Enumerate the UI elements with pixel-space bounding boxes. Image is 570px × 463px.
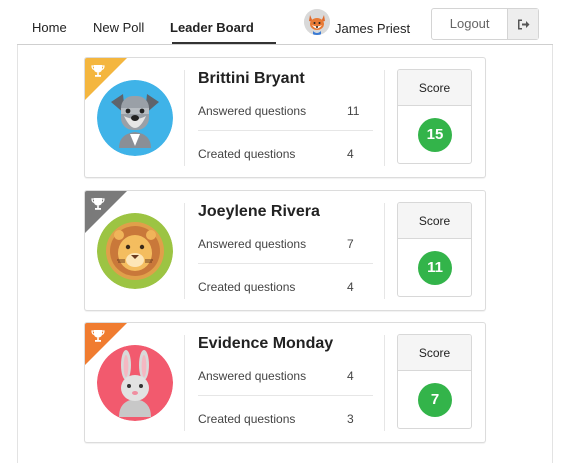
page-frame-left <box>17 44 18 463</box>
rabbit-avatar <box>97 345 173 421</box>
card-divider <box>384 335 385 431</box>
card-divider <box>184 335 185 431</box>
card-divider <box>384 70 385 166</box>
sign-out-icon <box>507 9 538 39</box>
card-divider <box>184 70 185 166</box>
leaderboard-card: Evidence Monday Answered questions 4 Cre… <box>84 322 486 443</box>
trophy-icon <box>91 198 105 210</box>
answered-label: Answered questions <box>198 369 307 383</box>
created-label: Created questions <box>198 412 296 426</box>
trophy-icon <box>91 65 105 77</box>
score-badge: 11 <box>418 251 452 285</box>
nav-leader-board[interactable]: Leader Board <box>170 20 254 35</box>
page-frame-right <box>552 44 553 463</box>
score-panel: Score 15 <box>397 69 472 164</box>
answered-count: 7 <box>347 237 354 251</box>
row-divider <box>198 395 373 396</box>
score-panel: Score 7 <box>397 334 472 429</box>
created-label: Created questions <box>198 280 296 294</box>
trophy-icon <box>91 330 105 342</box>
answered-label: Answered questions <box>198 237 307 251</box>
schnauzer-dog-avatar <box>97 80 173 156</box>
created-count: 4 <box>347 280 354 294</box>
score-header: Score <box>398 70 471 106</box>
created-label: Created questions <box>198 147 296 161</box>
row-divider <box>198 263 373 264</box>
lion-avatar <box>97 213 173 289</box>
top-navigation: Home New Poll Leader Board James Priest … <box>17 0 553 45</box>
created-count: 3 <box>347 412 354 426</box>
logout-label: Logout <box>449 16 490 31</box>
created-count: 4 <box>347 147 354 161</box>
logout-button[interactable]: Logout <box>431 8 539 40</box>
user-name: Brittini Bryant <box>198 70 305 87</box>
answered-count: 4 <box>347 369 354 383</box>
score-header: Score <box>398 203 471 239</box>
active-tab-indicator <box>172 42 276 44</box>
nav-home[interactable]: Home <box>32 20 67 35</box>
score-panel: Score 11 <box>397 202 472 297</box>
current-user-name: James Priest <box>335 21 411 36</box>
leaderboard-card: Joeylene Rivera Answered questions 7 Cre… <box>84 190 486 311</box>
card-divider <box>184 203 185 299</box>
user-name: Joeylene Rivera <box>198 203 320 220</box>
answered-label: Answered questions <box>198 104 307 118</box>
nav-new-poll[interactable]: New Poll <box>93 20 144 35</box>
answered-count: 11 <box>347 104 360 118</box>
fox-avatar-icon <box>304 9 330 35</box>
card-divider <box>384 203 385 299</box>
leaderboard-card: Brittini Bryant Answered questions 11 Cr… <box>84 57 486 178</box>
score-header: Score <box>398 335 471 371</box>
score-badge: 15 <box>418 118 452 152</box>
row-divider <box>198 130 373 131</box>
user-name: Evidence Monday <box>198 335 334 352</box>
score-badge: 7 <box>418 383 452 417</box>
